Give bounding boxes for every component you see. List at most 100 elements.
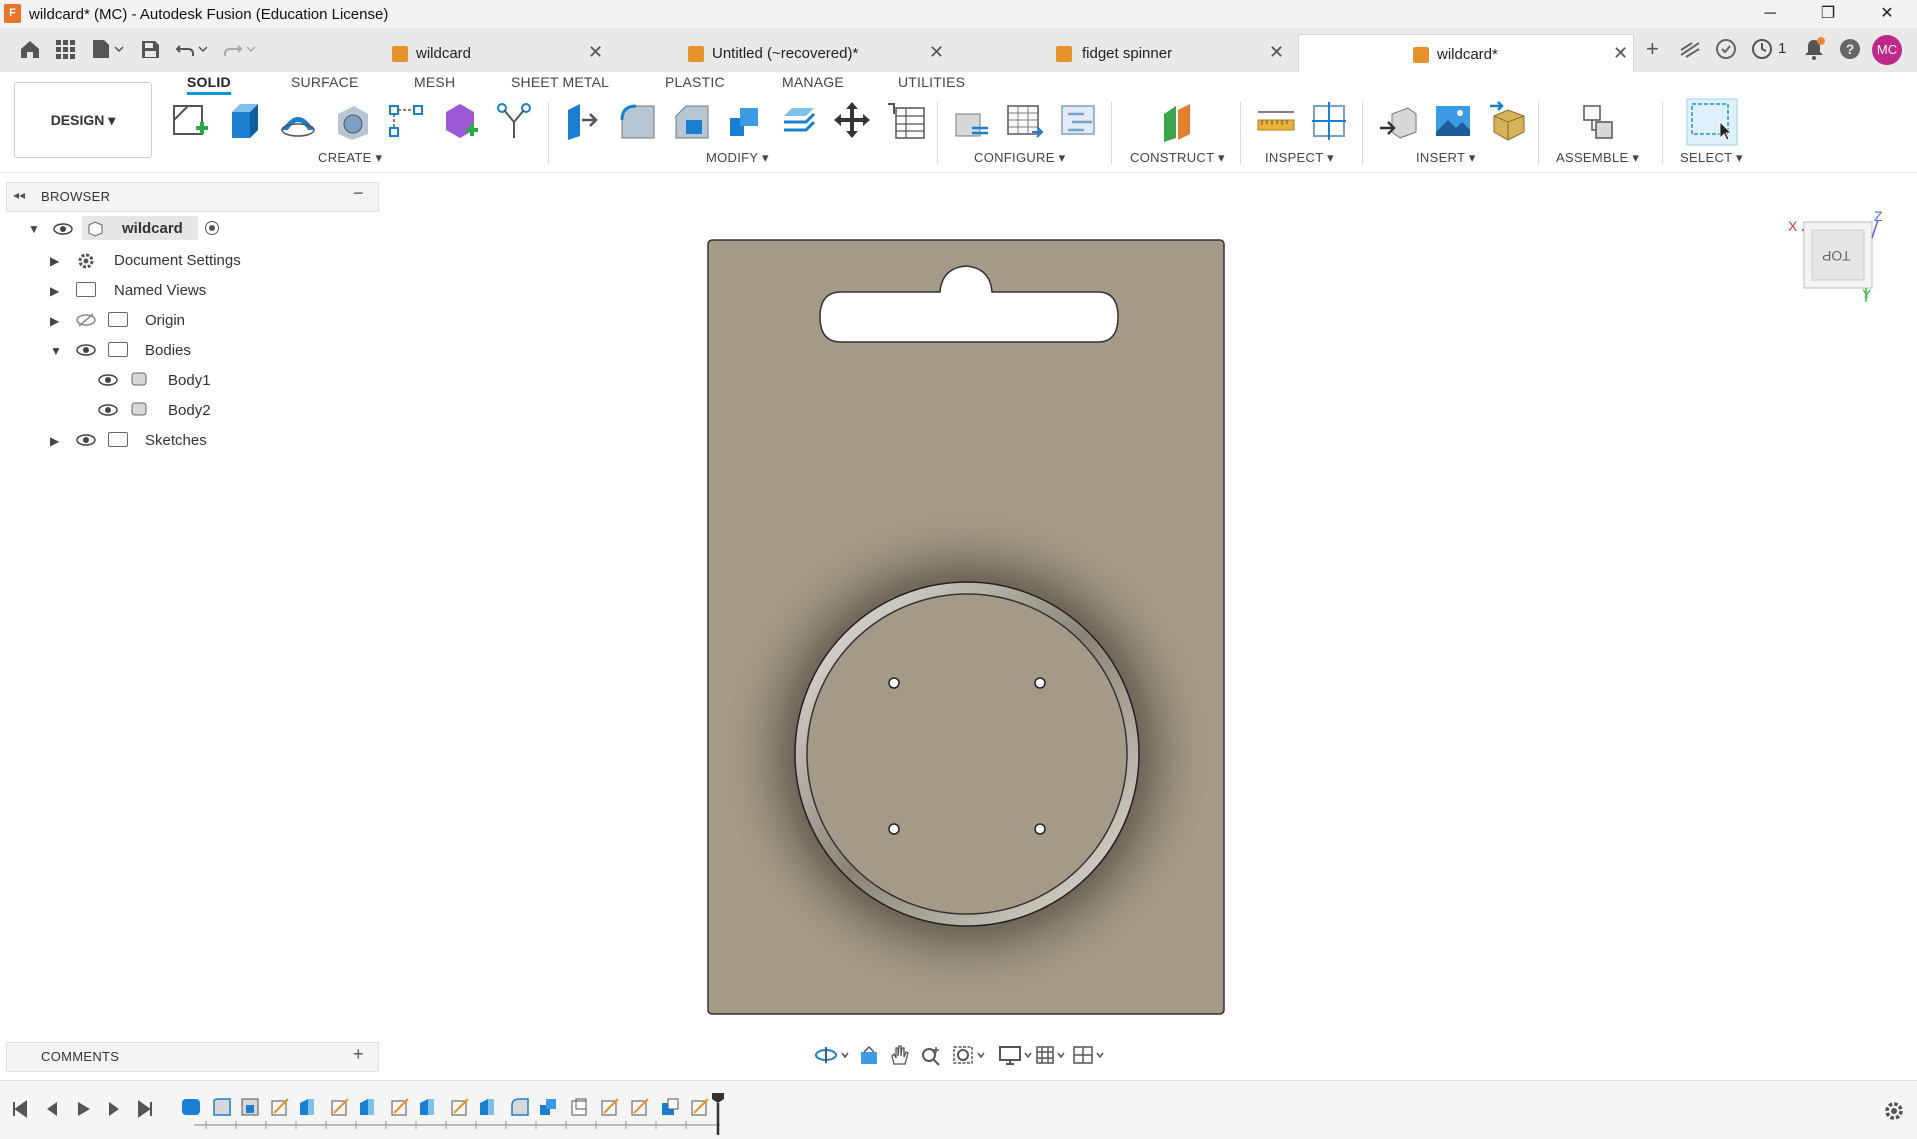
pan-hand-icon[interactable] [888,1044,910,1066]
eye-visibility-icon[interactable] [98,373,118,387]
configuration-browser-icon[interactable] [1058,100,1098,142]
select-group-label[interactable]: SELECT ▾ [1680,150,1743,166]
tab-wildcard-active[interactable]: wildcard* ✕ [1298,34,1634,73]
tree-item-body1[interactable]: Body1 [168,372,211,389]
inspect-group-label[interactable]: INSPECT ▾ [1265,150,1334,166]
offset-plane-icon[interactable] [1158,100,1198,142]
step-back-icon[interactable] [42,1099,62,1119]
notifications-bell-icon[interactable] [1802,36,1826,62]
change-parameters-icon[interactable] [886,100,926,142]
step-forward-icon[interactable] [104,1099,124,1119]
chevron-down-icon[interactable]: ▼ [50,344,62,358]
play-icon[interactable] [73,1099,93,1119]
orbit-icon[interactable] [814,1044,850,1066]
section-analysis-icon[interactable] [1310,100,1350,142]
data-panel-grid-icon[interactable] [54,38,76,60]
tab-fidget-spinner[interactable]: fidget spinner ✕ [1044,34,1286,72]
help-icon[interactable]: ? [1838,37,1862,61]
tree-item-named-views[interactable]: Named Views [114,282,206,299]
chevron-right-icon[interactable]: ▶ [50,434,59,448]
tab-sheet-metal[interactable]: SHEET METAL [511,74,609,90]
create-group-label[interactable]: CREATE ▾ [318,150,382,166]
create-sketch-icon[interactable] [170,100,210,142]
file-menu-icon[interactable] [90,38,126,60]
sync-status-icon[interactable] [1714,37,1738,61]
tab-mesh[interactable]: MESH [414,74,455,90]
timeline-marker-icon[interactable] [710,1091,726,1137]
tab-plastic[interactable]: PLASTIC [665,74,725,90]
tab-untitled-recovered[interactable]: Untitled (~recovered)* ✕ [674,34,946,72]
workspace-switcher-button[interactable]: DESIGN ▾ [14,82,152,158]
shell-icon[interactable] [332,100,372,142]
tree-item-origin[interactable]: Origin [145,312,185,329]
extensions-icon[interactable] [1678,38,1702,60]
timeline-features[interactable] [180,1095,740,1131]
browser-panel-header[interactable]: ◂◂ BROWSER − [6,182,379,212]
move-copy-icon[interactable] [832,100,872,142]
tab-surface[interactable]: SURFACE [291,74,359,90]
collapse-panel-icon[interactable]: ◂◂ [13,188,25,202]
look-at-icon[interactable] [858,1044,880,1066]
comments-panel-header[interactable]: COMMENTS + [6,1042,379,1072]
activate-component-radio-icon[interactable] [204,220,220,236]
chevron-right-icon[interactable]: ▶ [50,314,59,328]
tab-solid[interactable]: SOLID [187,74,231,95]
chevron-right-icon[interactable]: ▶ [50,254,59,268]
eye-visibility-icon[interactable] [98,403,118,417]
fit-window-icon[interactable] [952,1044,988,1066]
construct-group-label[interactable]: CONSTRUCT ▾ [1130,150,1225,166]
chevron-down-icon[interactable]: ▼ [28,222,40,236]
go-to-end-icon[interactable] [135,1099,155,1119]
go-to-start-icon[interactable] [10,1099,30,1119]
undo-icon[interactable] [174,38,210,60]
grid-snaps-icon[interactable] [1034,1044,1070,1066]
save-icon[interactable] [139,38,161,60]
tree-item-body2[interactable]: Body2 [168,402,211,419]
chamfer-icon[interactable] [670,100,710,142]
measure-icon[interactable] [1256,100,1296,142]
close-tab-icon[interactable]: ✕ [588,42,603,63]
close-tab-icon[interactable]: ✕ [1613,43,1628,64]
press-pull-icon[interactable] [562,100,602,142]
tree-item-document-settings[interactable]: Document Settings [114,252,241,269]
combine-icon[interactable] [724,100,764,142]
fillet-icon[interactable] [616,100,656,142]
home-icon[interactable] [18,38,42,60]
extrude-icon[interactable] [224,100,264,142]
create-form-icon[interactable] [440,100,480,142]
restore-button[interactable]: ❐ [1805,2,1851,26]
close-window-button[interactable]: ✕ [1864,2,1910,26]
new-tab-plus-icon[interactable]: + [1646,36,1659,62]
new-component-icon[interactable] [1578,100,1618,142]
minimize-button[interactable]: ─ [1747,2,1793,26]
eye-visibility-icon[interactable] [76,343,96,357]
revolve-icon[interactable] [278,100,318,142]
tab-utilities[interactable]: UTILITIES [898,74,965,90]
user-avatar[interactable]: MC [1872,35,1902,65]
eye-visibility-icon[interactable] [76,433,96,447]
chevron-right-icon[interactable]: ▶ [50,284,59,298]
tab-manage[interactable]: MANAGE [782,74,844,90]
zoom-icon[interactable] [920,1044,942,1066]
insert-canvas-icon[interactable] [1432,100,1472,142]
wildcard-body-model[interactable] [706,238,1226,1018]
viewports-icon[interactable] [1072,1044,1108,1066]
eye-visibility-icon[interactable] [53,222,73,236]
eye-hidden-icon[interactable] [76,312,96,328]
configure-group-label[interactable]: CONFIGURE ▾ [974,150,1065,166]
tree-item-sketches[interactable]: Sketches [145,432,207,449]
close-tab-icon[interactable]: ✕ [929,42,944,63]
tree-item-bodies[interactable]: Bodies [145,342,191,359]
timeline-settings-gear-icon[interactable] [1882,1099,1906,1123]
configure-rule-icon[interactable] [950,100,990,142]
viewcube[interactable]: TOP X Z Y [1788,208,1902,313]
job-status-clock-icon[interactable] [1750,37,1774,61]
close-tab-icon[interactable]: ✕ [1269,42,1284,63]
insert-derive-icon[interactable] [1378,100,1418,142]
assemble-group-label[interactable]: ASSEMBLE ▾ [1556,150,1639,166]
insert-mesh-icon[interactable] [1486,100,1526,142]
minimize-panel-icon[interactable]: − [353,183,364,204]
redo-icon[interactable] [222,38,258,60]
window-select-icon[interactable] [1686,98,1738,146]
pattern-icon[interactable] [386,100,426,142]
